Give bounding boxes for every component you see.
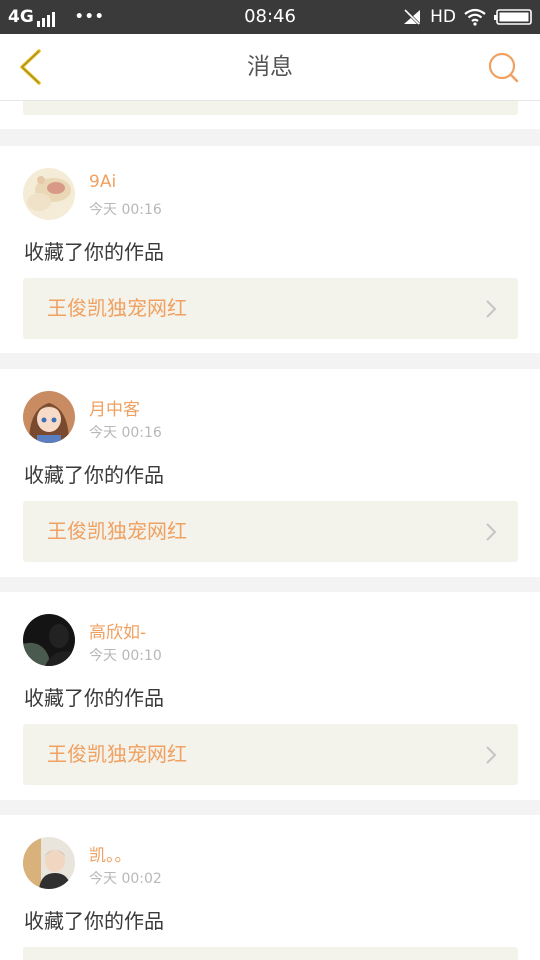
work-link-partial[interactable] xyxy=(23,101,518,115)
user-name[interactable]: 高欣如- xyxy=(89,618,146,643)
message-time: 今天 00:02 xyxy=(89,871,162,887)
message-action: 收藏了你的作品 xyxy=(24,686,164,710)
work-link[interactable]: 王俊凯独宠网红 xyxy=(23,724,518,785)
user-name[interactable]: 月中客 xyxy=(89,395,140,420)
hd-label: HD xyxy=(430,7,456,27)
work-link[interactable]: 王俊凯独宠网红 xyxy=(23,278,518,339)
wifi-icon xyxy=(464,8,486,26)
chevron-right-icon xyxy=(486,300,497,318)
message-action: 收藏了你的作品 xyxy=(24,463,164,487)
avatar[interactable] xyxy=(23,391,75,443)
message-card-partial xyxy=(0,101,540,129)
message-list[interactable]: 9Ai 今天 00:16 收藏了你的作品 王俊凯独宠网红 月中客 今天 00:1… xyxy=(0,101,540,960)
message-action: 收藏了你的作品 xyxy=(24,240,164,264)
user-name[interactable]: 凯。。 xyxy=(89,841,132,866)
message-card: 高欣如- 今天 00:10 收藏了你的作品 王俊凯独宠网红 xyxy=(0,592,540,800)
message-card: 月中客 今天 00:16 收藏了你的作品 王俊凯独宠网红 xyxy=(0,369,540,577)
message-time: 今天 00:10 xyxy=(89,648,162,664)
work-link-partial-bottom[interactable] xyxy=(23,947,518,960)
message-card: 凯。。 今天 00:02 收藏了你的作品 xyxy=(0,815,540,960)
message-time: 今天 00:16 xyxy=(89,202,162,218)
status-bar: 4G ••• 08:46 HD xyxy=(0,0,540,34)
message-action: 收藏了你的作品 xyxy=(24,909,164,933)
work-title: 王俊凯独宠网红 xyxy=(47,296,187,320)
work-title: 王俊凯独宠网红 xyxy=(47,742,187,766)
avatar[interactable] xyxy=(23,168,75,220)
battery-icon xyxy=(494,8,532,26)
message-card: 9Ai 今天 00:16 收藏了你的作品 王俊凯独宠网红 xyxy=(0,146,540,353)
message-time: 今天 00:16 xyxy=(89,425,162,441)
chevron-right-icon xyxy=(486,523,497,541)
avatar[interactable] xyxy=(23,614,75,666)
search-icon xyxy=(488,52,519,83)
mute-icon xyxy=(402,8,422,26)
status-right: HD xyxy=(402,0,532,34)
page-title: 消息 xyxy=(247,54,293,80)
work-link[interactable]: 王俊凯独宠网红 xyxy=(23,501,518,562)
search-button[interactable] xyxy=(484,48,524,88)
work-title: 王俊凯独宠网红 xyxy=(47,519,187,543)
user-name[interactable]: 9Ai xyxy=(89,172,116,192)
app-header: 消息 xyxy=(0,34,540,101)
avatar[interactable] xyxy=(23,837,75,889)
chevron-right-icon xyxy=(486,746,497,764)
